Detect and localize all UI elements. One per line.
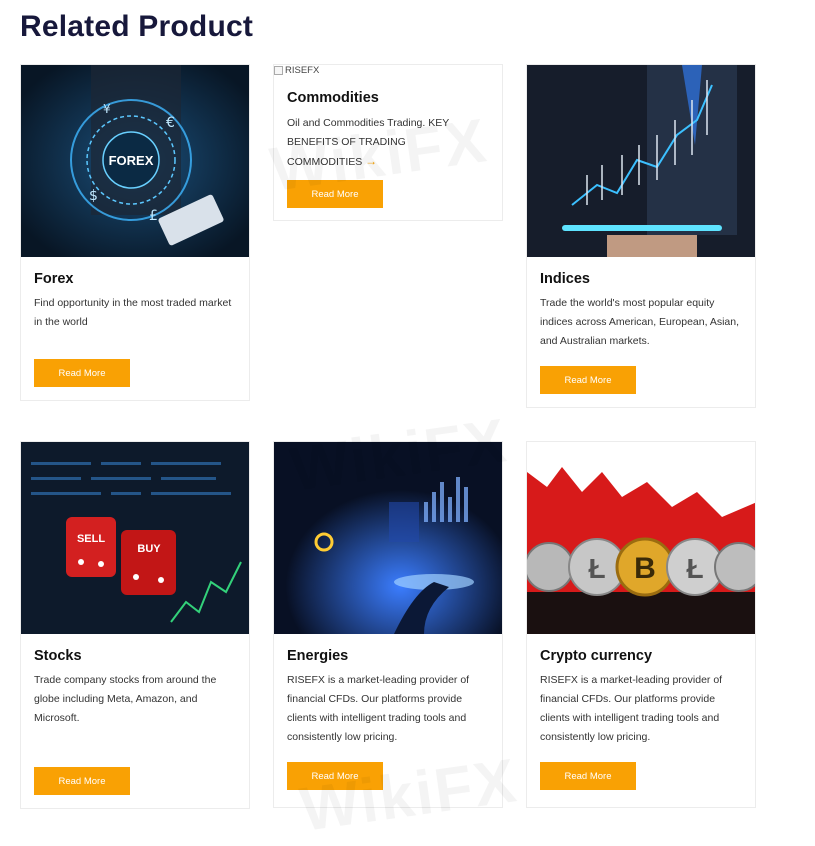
product-card-energies: Energies RISEFX is a market-leading prov… [273, 441, 503, 808]
energies-image [274, 442, 502, 634]
svg-text:Ł: Ł [686, 553, 703, 584]
product-card-stocks: SELL BUY Stocks Trade company stocks fro… [20, 441, 250, 809]
card-title: Commodities [287, 90, 379, 106]
card-title: Forex [34, 271, 74, 287]
broken-image-icon [274, 66, 283, 75]
image-alt-text: RISEFX [285, 65, 320, 76]
svg-text:€: € [166, 115, 175, 131]
forex-image-label: FOREX [109, 153, 154, 168]
crypto-image: B Ł Ł [527, 442, 755, 634]
card-description: RISEFX is a market-leading provider of f… [540, 674, 723, 743]
card-title: Energies [287, 648, 349, 664]
sell-die-label: SELL [77, 533, 105, 545]
card-description: Find opportunity in the most traded mark… [34, 297, 232, 328]
buy-die-label: BUY [137, 543, 161, 555]
card-description: Oil and Commodities Trading. KEY BENEFIT… [287, 117, 450, 168]
forex-image: FOREX € $ £ ¥ [21, 65, 249, 257]
read-more-button[interactable]: Read More [540, 366, 636, 394]
read-more-button[interactable]: Read More [287, 762, 383, 790]
svg-text:£: £ [149, 208, 158, 224]
svg-text:Ł: Ł [588, 553, 605, 584]
stocks-image: SELL BUY [21, 442, 249, 634]
read-more-button[interactable]: Read More [34, 359, 130, 387]
card-description: Trade company stocks from around the glo… [34, 674, 217, 724]
card-description: Trade the world's most popular equity in… [540, 297, 740, 347]
card-title: Crypto currency [540, 648, 653, 664]
card-title: Indices [540, 271, 590, 287]
product-card-crypto: B Ł Ł Crypto currency RISEFX is a market… [526, 441, 756, 808]
svg-text:$: $ [89, 188, 98, 204]
read-more-button[interactable]: Read More [34, 767, 130, 795]
card-description: RISEFX is a market-leading provider of f… [287, 674, 470, 743]
read-more-button[interactable]: Read More [287, 180, 383, 208]
indices-image [527, 65, 755, 257]
product-card-commodities: RISEFX Commodities Oil and Commodities T… [273, 64, 503, 221]
read-more-button[interactable]: Read More [540, 762, 636, 790]
svg-text:¥: ¥ [103, 102, 111, 116]
svg-text:B: B [634, 552, 656, 585]
product-card-forex: FOREX € $ £ ¥ Forex Find opportunity in … [20, 64, 250, 401]
broken-image: RISEFX [274, 65, 319, 76]
arrow-right-icon[interactable]: → [365, 154, 377, 168]
section-heading: Related Product [20, 10, 254, 43]
card-title: Stocks [34, 648, 82, 664]
product-card-indices: Indices Trade the world's most popular e… [526, 64, 756, 408]
